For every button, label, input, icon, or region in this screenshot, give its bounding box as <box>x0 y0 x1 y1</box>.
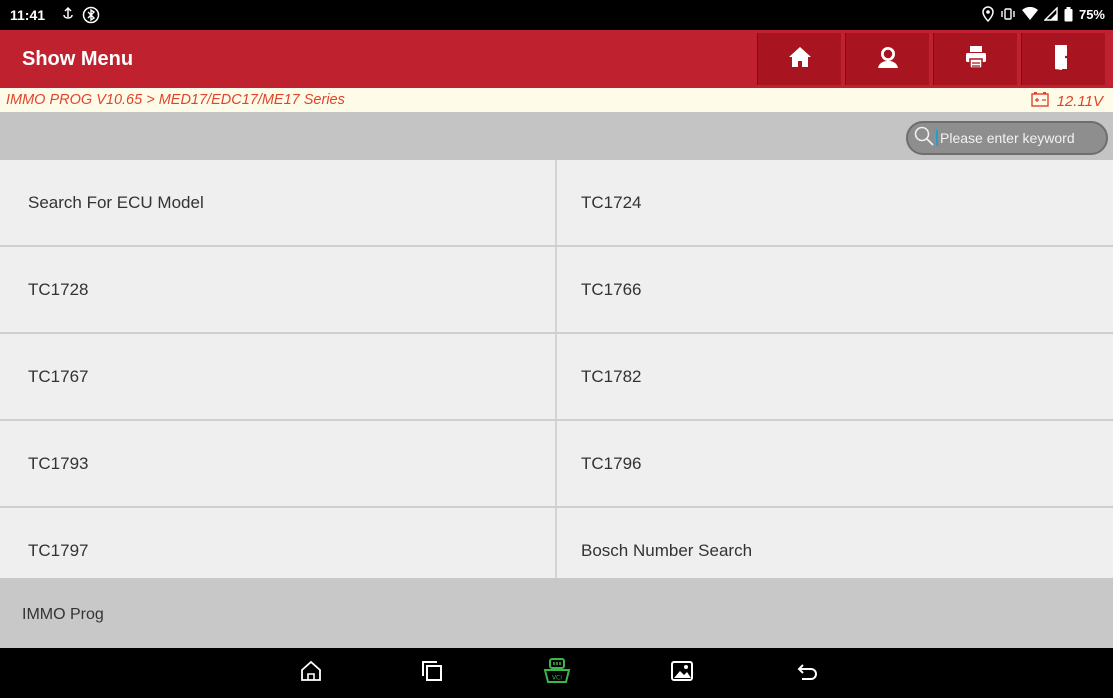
clock: 11:41 <box>10 7 46 23</box>
menu-item[interactable]: Bosch Number Search <box>557 508 1113 578</box>
menu-item[interactable]: TC1782 <box>557 334 1113 419</box>
vibrate-icon <box>1000 7 1016 21</box>
svg-text:VCI: VCI <box>552 674 562 681</box>
footer-bar: IMMO Prog <box>0 578 1113 648</box>
search-icon <box>914 126 934 151</box>
breadcrumb: IMMO PROG V10.65 > MED17/EDC17/ME17 Seri… <box>0 88 1113 112</box>
search-box[interactable] <box>906 121 1110 155</box>
menu-item[interactable]: Search For ECU Model <box>0 160 557 245</box>
usb-debug-icon <box>60 6 76 24</box>
menu-item-label: TC1724 <box>581 192 642 212</box>
menu-item-label: TC1796 <box>581 453 642 473</box>
account-icon <box>875 44 901 75</box>
menu-item[interactable]: TC1766 <box>557 247 1113 332</box>
voltage-indicator: 12.11V <box>1030 91 1103 111</box>
footer-label: IMMO Prog <box>22 606 104 623</box>
menu-item[interactable]: TC1796 <box>557 421 1113 506</box>
breadcrumb-path: IMMO PROG V10.65 > MED17/EDC17/ME17 Seri… <box>6 92 345 108</box>
wifi-icon <box>1021 7 1038 21</box>
home-icon <box>788 46 812 73</box>
back-button[interactable] <box>793 658 823 688</box>
app-header: Show Menu <box>0 30 1113 88</box>
battery-percent: 75% <box>1078 6 1105 22</box>
search-bar <box>0 112 1113 160</box>
signal-icon <box>1043 7 1058 21</box>
bluetooth-status-icon <box>82 6 100 24</box>
menu-item-label: TC1782 <box>581 366 642 386</box>
menu-item-label: Search For ECU Model <box>28 192 204 212</box>
menu-list[interactable]: Search For ECU Model TC1724 TC1728 TC1766 TC… <box>0 160 1113 578</box>
location-icon <box>982 6 994 22</box>
nav-home-button[interactable] <box>296 658 326 688</box>
menu-item-label: TC1797 <box>28 540 89 560</box>
back-icon <box>796 660 820 687</box>
menu-grid: Search For ECU Model TC1724 TC1728 TC1766 TC… <box>0 160 1113 578</box>
menu-item-label: TC1767 <box>28 366 89 386</box>
menu-item[interactable]: TC1728 <box>0 247 557 332</box>
gallery-icon <box>670 660 694 687</box>
menu-item-label: TC1766 <box>581 279 642 299</box>
battery-icon <box>1064 6 1073 22</box>
menu-item-label: TC1793 <box>28 453 89 473</box>
vci-button[interactable]: VCI <box>542 657 572 689</box>
exit-button[interactable] <box>1021 33 1105 85</box>
voltage-value: 12.11V <box>1056 92 1103 110</box>
menu-item[interactable]: TC1724 <box>557 160 1113 245</box>
vci-icon: VCI <box>543 657 571 689</box>
home-button[interactable] <box>757 33 841 85</box>
system-nav-bar: VCI <box>0 648 1113 698</box>
header-toolbar <box>757 33 1105 85</box>
account-button[interactable] <box>845 33 929 85</box>
print-button[interactable] <box>933 33 1017 85</box>
menu-item[interactable]: TC1793 <box>0 421 557 506</box>
search-input[interactable] <box>936 130 1110 146</box>
page-title: Show Menu <box>22 48 134 70</box>
recent-apps-icon <box>420 659 444 688</box>
menu-item[interactable]: TC1767 <box>0 334 557 419</box>
status-bar: 11:41 75% <box>0 0 1113 30</box>
exit-icon <box>1053 44 1075 75</box>
gallery-button[interactable] <box>667 658 697 688</box>
menu-item[interactable]: TC1797 <box>0 508 557 578</box>
printer-icon <box>964 45 988 74</box>
menu-item-label: Bosch Number Search <box>581 540 753 560</box>
menu-item-label: TC1728 <box>28 279 89 299</box>
nav-home-icon <box>299 659 323 688</box>
recent-apps-button[interactable] <box>417 658 447 688</box>
car-battery-icon <box>1030 91 1049 111</box>
